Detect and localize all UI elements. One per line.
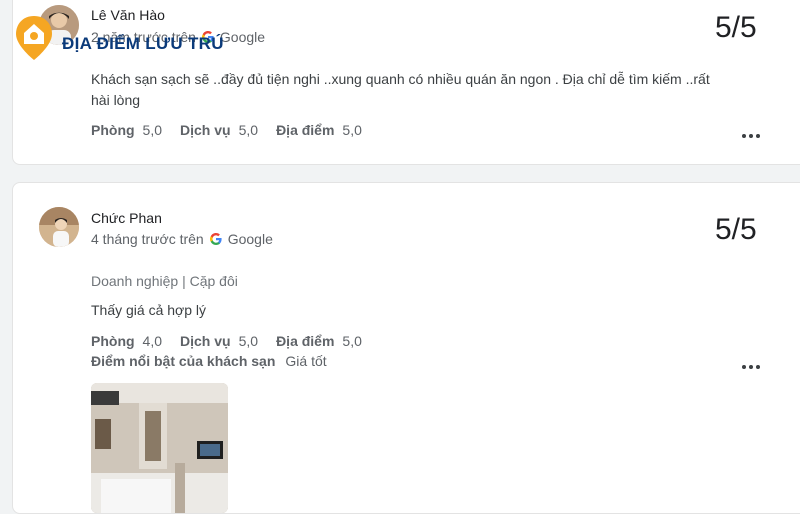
rating-label-service: Dịch vụ <box>180 333 231 349</box>
category-ratings: Phòng 5,0 Dịch vụ 5,0 Địa điểm 5,0 <box>91 122 372 138</box>
hotel-highlight: Điểm nổi bật của khách sạn Giá tốt <box>91 353 327 369</box>
review-score: 5/5 <box>715 11 757 44</box>
highlight-label: Điểm nổi bật của khách sạn <box>91 353 276 369</box>
review-score: 5/5 <box>715 213 757 246</box>
rating-value-room: 4,0 <box>142 333 163 349</box>
watermark-text: ĐỊA ĐIỂM LƯU TRÚ <box>62 34 224 53</box>
review-card: Chức Phan 4 tháng trước trên Google 5/5 … <box>12 182 800 514</box>
rating-value-room: 5,0 <box>142 122 163 138</box>
site-watermark: ĐỊA ĐIỂM LƯU TRÚ <box>14 14 224 62</box>
category-ratings: Phòng 4,0 Dịch vụ 5,0 Địa điểm 5,0 <box>91 333 372 349</box>
reviewer-name[interactable]: Chức Phan <box>91 210 162 226</box>
review-source: Google <box>219 29 266 45</box>
review-text: Khách sạn sạch sẽ ..đầy đủ tiện nghi ..x… <box>91 71 710 108</box>
rating-label-location: Địa điểm <box>276 122 335 138</box>
rating-value-service: 5,0 <box>238 333 259 349</box>
google-g-icon <box>209 233 222 245</box>
review-text: Thấy giá cả hợp lý <box>91 302 207 318</box>
more-options-icon[interactable] <box>739 360 763 374</box>
review-time: 4 tháng trước trên <box>91 231 204 247</box>
reviewer-name[interactable]: Lê Văn Hào <box>91 7 165 23</box>
rating-label-location: Địa điểm <box>276 333 335 349</box>
rating-value-service: 5,0 <box>238 122 259 138</box>
review-card: Lê Văn Hào 2 năm trước trên Google 5/5 K… <box>12 0 800 165</box>
more-options-icon[interactable] <box>739 129 763 143</box>
rating-label-room: Phòng <box>91 122 135 138</box>
review-meta: 4 tháng trước trên Google <box>91 231 273 247</box>
review-source: Google <box>227 231 273 247</box>
rating-value-location: 5,0 <box>342 333 362 349</box>
review-photo[interactable] <box>91 383 228 513</box>
trip-type: Doanh nghiệp | Cặp đôi <box>91 273 238 289</box>
highlight-value: Giá tốt <box>285 353 327 369</box>
rating-label-room: Phòng <box>91 333 135 349</box>
reviewer-avatar[interactable] <box>39 207 79 247</box>
rating-value-location: 5,0 <box>342 122 362 138</box>
rating-label-service: Dịch vụ <box>180 122 231 138</box>
location-pin-icon <box>16 16 52 60</box>
